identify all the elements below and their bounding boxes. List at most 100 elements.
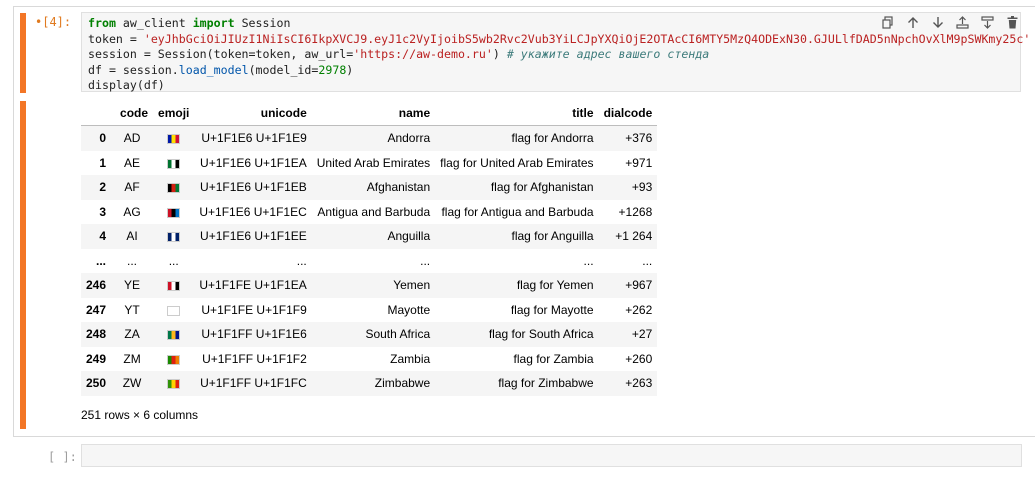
cell-title: flag for Anguilla	[511, 229, 594, 244]
cell-name: Afghanistan	[366, 180, 431, 195]
cell-unicode: ...	[296, 253, 307, 268]
cell-name: Antigua and Barbuda	[317, 204, 431, 219]
cell-code: ZA	[124, 327, 140, 342]
copy-icon[interactable]	[877, 13, 898, 31]
code-line: token = 'eyJhbGciOiJIUzI1NiIsCI6IkpXVCJ9…	[88, 32, 1030, 48]
table-row: 4 AI U+1F1E6 U+1F1EE Anguilla flag for Angui…	[81, 224, 658, 249]
insert-below-icon[interactable]	[977, 13, 998, 31]
cell-title: flag for South Africa	[488, 327, 594, 342]
cell-title: flag for Yemen	[516, 278, 594, 293]
cell-unicode: U+1F1E6 U+1F1EC	[199, 204, 307, 219]
cell-dialcode: ...	[642, 253, 653, 268]
cell-title: flag for United Arab Emirates	[440, 155, 594, 170]
row-index: 246	[86, 278, 107, 293]
dataframe-table: code emoji unicode name title dialcode 0…	[81, 101, 658, 396]
header-dialcode: dialcode	[598, 101, 658, 126]
code-token: load_model	[178, 62, 249, 77]
cell-dialcode: +27	[631, 327, 653, 342]
cell-title: flag for Mayotte	[510, 302, 594, 317]
cell-emoji	[153, 224, 194, 249]
code-token: import	[192, 16, 235, 30]
header-code: code	[111, 101, 154, 126]
cell-emoji	[153, 322, 194, 347]
table-row: 3 AG U+1F1E6 U+1F1EC Antigua and Barbuda fla…	[81, 200, 657, 225]
insert-above-icon[interactable]	[952, 13, 973, 31]
cell-name: South Africa	[365, 327, 431, 342]
header-name: name	[311, 101, 436, 126]
cell-name: Zimbabwe	[374, 376, 431, 391]
cell-emoji	[153, 347, 194, 372]
code-token: df = session.	[88, 62, 179, 77]
input-prompt: •[4]:	[35, 15, 72, 29]
table-row: 1 AE U+1F1E6 U+1F1EA United Arab Emirates fl…	[81, 151, 657, 176]
cell-unicode: U+1F1FE U+1F1F9	[201, 302, 307, 317]
cell-name: Yemen	[393, 278, 431, 293]
code-token: token =	[88, 31, 144, 46]
cell-collapser-input[interactable]	[20, 13, 26, 93]
cell-emoji	[153, 273, 194, 298]
row-index: 247	[86, 302, 107, 317]
cell-code: AE	[124, 155, 141, 170]
code-token: session = Session(token=token, aw_url=	[88, 47, 354, 61]
cell-name: Mayotte	[387, 302, 431, 317]
cell-name: Anguilla	[387, 229, 431, 244]
row-index: 250	[86, 376, 107, 391]
cell-emoji: ...	[168, 253, 179, 268]
cell-dialcode: +93	[631, 180, 653, 195]
arrow-down-icon[interactable]	[927, 13, 948, 31]
cell-title: flag for Zimbabwe	[498, 376, 594, 391]
code-line: df = session.load_model(model_id=2978)	[88, 63, 1030, 79]
delete-icon[interactable]	[1002, 13, 1023, 31]
cell-code: ZW	[122, 376, 142, 391]
cell-dialcode: +1 264	[615, 229, 653, 244]
header-title: title	[435, 101, 599, 126]
table-body: 0 AD U+1F1E6 U+1F1E9 Andorra flag for Andorr…	[81, 125, 658, 396]
cell-emoji	[153, 175, 194, 200]
row-index: 248	[86, 327, 107, 342]
cell-code: AF	[124, 180, 140, 195]
flag-icon	[167, 134, 181, 145]
row-index: 1	[99, 155, 107, 170]
cell-unicode: U+1F1FF U+1F1E6	[201, 327, 307, 342]
row-index: 2	[99, 180, 107, 195]
arrow-up-icon[interactable]	[902, 13, 923, 31]
cell-collapser-output[interactable]	[20, 101, 26, 429]
flag-icon	[167, 281, 181, 292]
table-row: 247 YT U+1F1FE U+1F1F9 Mayotte flag for Mayo…	[81, 298, 657, 323]
cell-name: Andorra	[387, 131, 431, 146]
cell-name: ...	[420, 253, 431, 268]
cell-code: ...	[127, 253, 138, 268]
table-row: 246 YE U+1F1FE U+1F1EA Yemen flag for Yemen +…	[81, 273, 658, 298]
cell-unicode: U+1F1E6 U+1F1E9	[201, 131, 307, 146]
cell-name: Zambia	[390, 351, 431, 366]
code-token: aw_client	[115, 16, 193, 30]
code-token: 'eyJhbGciOiJIUzI1NiIsCI6IkpXVCJ9.eyJ1c2V…	[143, 31, 1031, 46]
cell-unicode: U+1F1E6 U+1F1EB	[200, 180, 307, 195]
code-token: from	[88, 16, 116, 30]
cell-title: flag for Zambia	[513, 351, 594, 366]
cell-dialcode: +262	[625, 302, 653, 317]
code-token: (model_id=	[248, 62, 319, 77]
code-line: display(df)	[88, 78, 1030, 94]
cell-dialcode: +260	[625, 351, 653, 366]
row-index: 4	[99, 229, 107, 244]
flag-icon	[167, 183, 181, 194]
cell-emoji	[153, 151, 194, 176]
code-token: # укажите адрес вашего стенда	[506, 47, 710, 61]
cell-dialcode: +1268	[618, 204, 653, 219]
cell-title: flag for Andorra	[511, 131, 594, 146]
code-token: 'https://aw-demo.ru'	[353, 47, 493, 61]
cell-code: AD	[123, 131, 141, 146]
row-index: 3	[99, 204, 107, 219]
cell-title: flag for Antigua and Barbuda	[441, 204, 594, 219]
cell-emoji	[153, 371, 194, 396]
cell-dialcode: +263	[625, 376, 653, 391]
cell-unicode: U+1F1FF U+1F1FC	[200, 376, 307, 391]
cell-emoji	[153, 200, 194, 225]
cell-name: United Arab Emirates	[316, 155, 431, 170]
cell-code: AI	[126, 229, 138, 244]
table-row: 248 ZA U+1F1FF U+1F1E6 South Africa flag for…	[81, 322, 658, 347]
empty-code-editor[interactable]	[81, 444, 1022, 467]
row-index: 249	[86, 351, 107, 366]
cell-unicode: U+1F1FE U+1F1EA	[199, 278, 307, 293]
